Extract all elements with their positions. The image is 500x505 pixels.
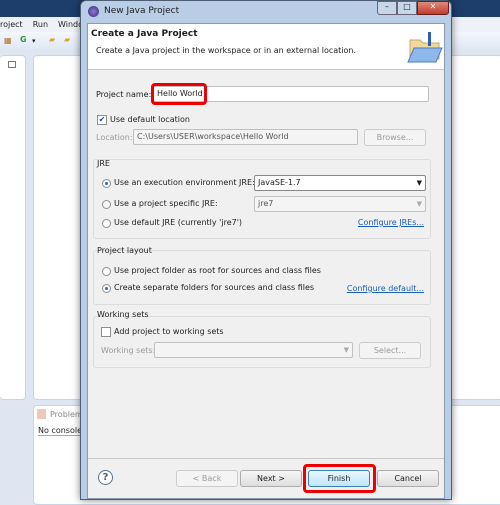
footer-separator	[88, 458, 444, 459]
browse-button[interactable]: Browse...	[364, 129, 426, 146]
working-sets-group-label: Working sets	[97, 310, 149, 319]
package-explorer-panel	[0, 55, 26, 400]
chevron-down-icon: ▼	[416, 179, 422, 187]
project-layout-group-label: Project layout	[97, 246, 152, 255]
dialog-client: Create a Java Project Create a Java proj…	[87, 23, 445, 499]
project-specific-jre-select[interactable]: jre7 ▼	[254, 196, 426, 212]
jre-option-specific-radio[interactable]	[102, 200, 111, 209]
toolbar-new-class-icon[interactable]: G	[20, 35, 27, 44]
jre-option-specific-label: Use a project specific JRE:	[114, 199, 218, 208]
use-default-location-label: Use default location	[110, 115, 190, 124]
toolbar-new-icon[interactable]: ▦	[4, 36, 12, 45]
finish-highlight	[303, 464, 376, 493]
menu-run[interactable]: Run	[33, 20, 48, 29]
chevron-down-icon: ▼	[416, 200, 422, 208]
location-input[interactable]: C:\Users\USER\workspace\Hello World	[133, 129, 358, 145]
menu-project[interactable]: roject	[0, 20, 23, 29]
project-name-label: Project name:	[96, 90, 152, 99]
add-to-working-sets-checkbox[interactable]	[101, 327, 111, 337]
execution-environment-value: JavaSE-1.7	[258, 178, 301, 187]
add-to-working-sets-label: Add project to working sets	[114, 327, 224, 336]
layout-option-root-radio[interactable]	[102, 267, 111, 276]
layout-option-root-label: Use project folder as root for sources a…	[114, 266, 321, 275]
layout-option-separate-label: Create separate folders for sources and …	[114, 283, 315, 292]
java-project-folder-icon	[407, 32, 443, 63]
problems-icon	[37, 409, 46, 419]
new-java-project-dialog: New Java Project – □ ✕ Create a Java Pro…	[80, 0, 452, 500]
execution-environment-select[interactable]: JavaSE-1.7 ▼	[254, 175, 426, 191]
jre-option-env-radio[interactable]	[102, 179, 111, 188]
jre-group-label: JRE	[97, 159, 110, 168]
problems-tab[interactable]: Problem	[50, 410, 83, 419]
working-sets-label: Working sets:	[101, 346, 156, 355]
minimize-button[interactable]: –	[377, 1, 397, 15]
maximize-button[interactable]: □	[397, 1, 417, 15]
project-name-highlight	[151, 83, 207, 105]
toolbar-folder-icon[interactable]: ▰	[64, 35, 70, 44]
working-sets-select[interactable]: ▼	[154, 342, 353, 358]
dialog-title-bar[interactable]: New Java Project – □ ✕	[81, 1, 451, 23]
maximize-icon[interactable]	[8, 61, 16, 68]
header-description: Create a Java project in the workspace o…	[96, 46, 357, 55]
configure-default-link[interactable]: Configure default...	[347, 284, 424, 293]
select-working-sets-button[interactable]: Select...	[359, 342, 421, 359]
use-default-location-checkbox[interactable]: ✔	[97, 115, 107, 125]
eclipse-icon	[88, 6, 99, 17]
console-text: No console	[38, 426, 82, 436]
jre-option-default-radio[interactable]	[102, 219, 111, 228]
configure-jres-link[interactable]: Configure JREs...	[358, 218, 424, 227]
window-title: New Java Project	[104, 6, 180, 16]
project-layout-group	[93, 250, 431, 305]
header-title: Create a Java Project	[91, 29, 198, 39]
close-button[interactable]: ✕	[417, 1, 449, 15]
toolbar-open-folder-icon[interactable]: ▰	[49, 35, 55, 44]
next-button[interactable]: Next >	[240, 470, 302, 487]
toolbar-dropdown-icon[interactable]: ▾	[32, 37, 36, 45]
jre-option-default-label: Use default JRE (currently 'jre7')	[114, 218, 243, 227]
dialog-header: Create a Java Project Create a Java proj…	[88, 24, 444, 70]
layout-option-separate-radio[interactable]	[102, 284, 111, 293]
help-icon[interactable]: ?	[98, 470, 113, 485]
project-specific-jre-value: jre7	[258, 199, 274, 208]
chevron-down-icon: ▼	[343, 346, 349, 354]
back-button[interactable]: < Back	[176, 470, 238, 487]
jre-option-env-label: Use an execution environment JRE:	[114, 178, 255, 187]
location-label: Location:	[96, 133, 133, 142]
cancel-button[interactable]: Cancel	[377, 470, 439, 487]
